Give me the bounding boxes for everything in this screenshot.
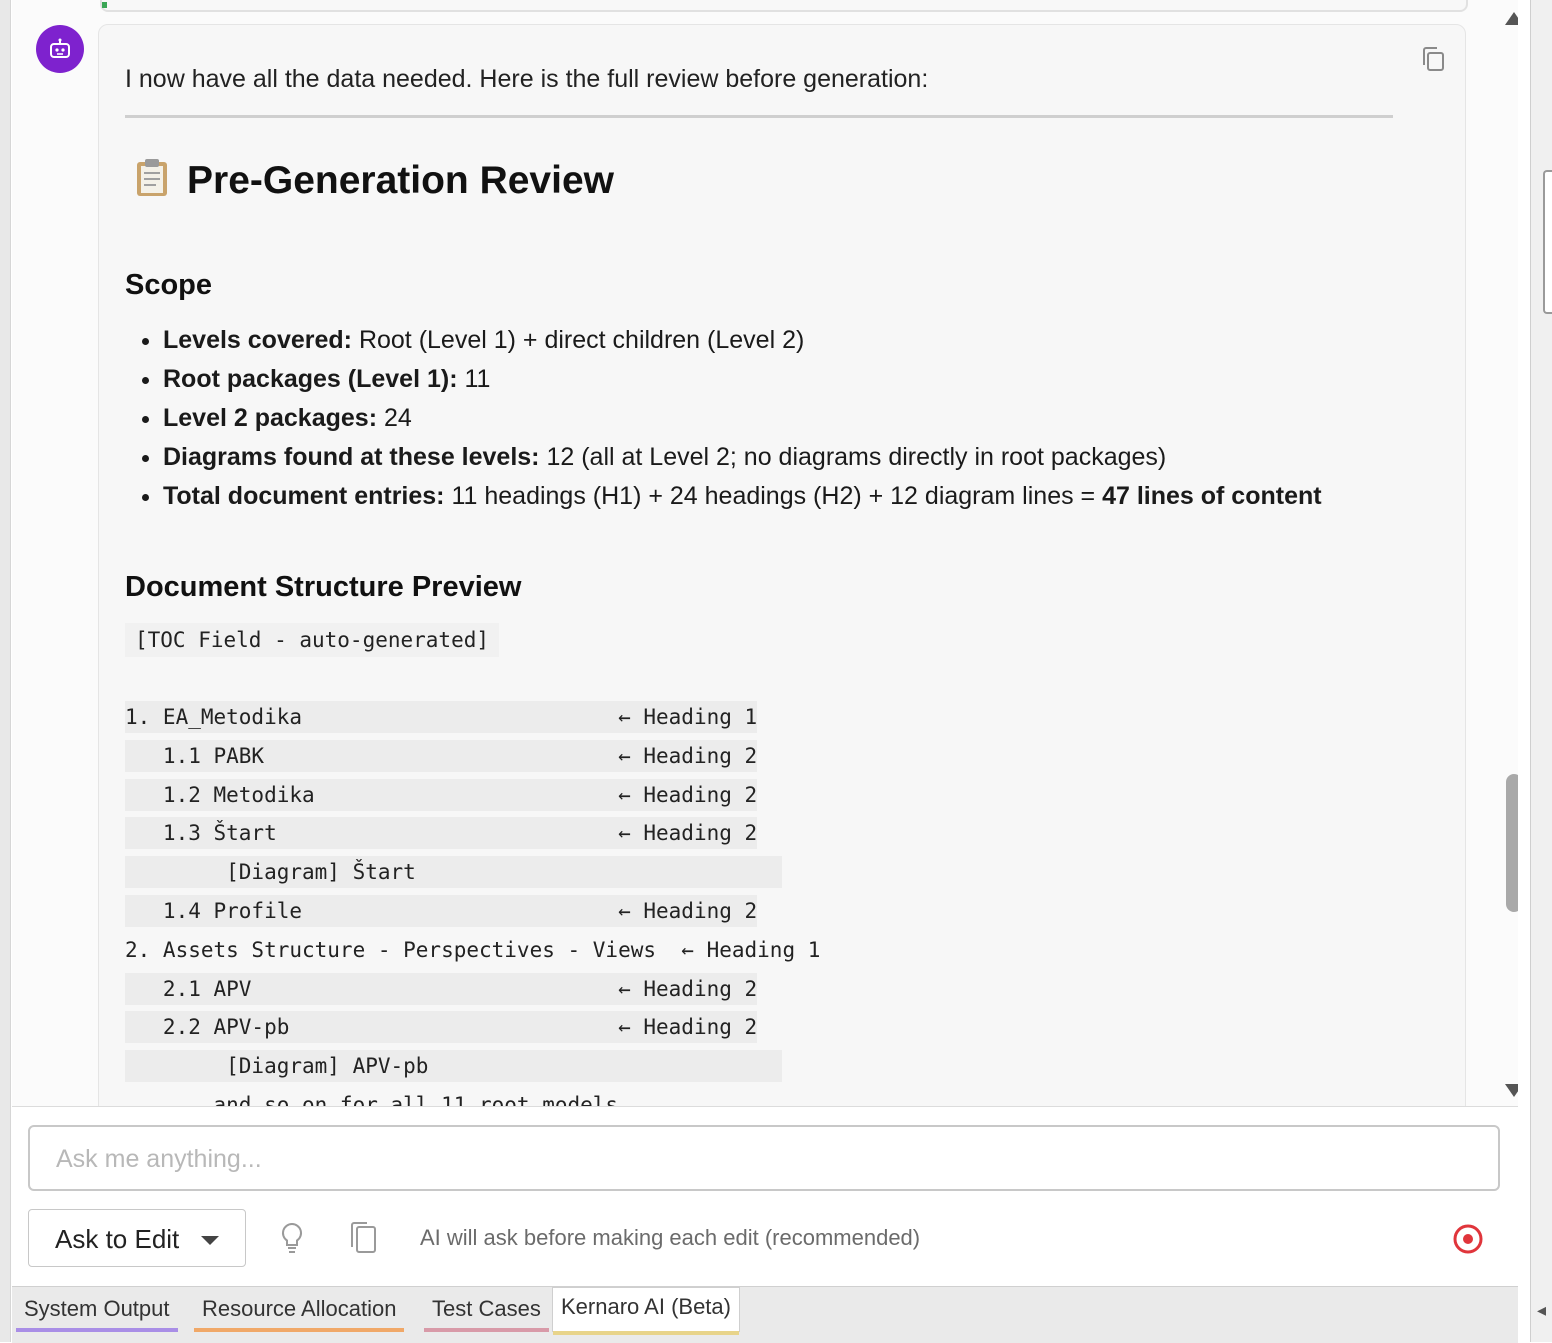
code-line: ... and so on for all 11 root models (125, 1089, 820, 1106)
code-line: 1. EA_Metodika ← Heading 1 (125, 701, 820, 733)
chat-scrollbar[interactable] (1502, 0, 1518, 1106)
review-title: Pre-Generation Review (135, 157, 614, 207)
code-line: 2. Assets Structure - Perspectives - Vie… (125, 934, 820, 966)
code-line-text: 1.4 Profile ← Heading 2 (125, 894, 758, 927)
message-intro: I now have all the data needed. Here is … (125, 65, 929, 93)
tab-underline (16, 1328, 178, 1332)
chevron-down-icon (201, 1236, 219, 1245)
code-line: 1.3 Štart ← Heading 2 (125, 817, 820, 850)
copy-icon[interactable] (1417, 43, 1449, 75)
bottom-tab-bar: System Output Resource Allocation Test C… (12, 1286, 1518, 1343)
clipboard-icon[interactable] (348, 1221, 378, 1260)
tab-resource-allocation[interactable]: Resource Allocation (194, 1291, 405, 1332)
toc-line: [TOC Field - auto-generated] (125, 623, 500, 657)
code-line-text: ... and so on for all 11 root models (125, 1092, 619, 1106)
scope-item-text: 11 headings (H1) + 24 headings (H2) + 12… (444, 482, 1103, 510)
tab-label: Test Cases (432, 1296, 541, 1321)
structure-preview-code: 1. EA_Metodika ← Heading 1 1.1 PABK ← He… (125, 701, 820, 1106)
assistant-message: I now have all the data needed. Here is … (98, 24, 1466, 1106)
scope-item-text: 24 (377, 404, 412, 432)
ask-input-box (28, 1125, 1500, 1191)
mode-dropdown-label: Ask to Edit (55, 1224, 180, 1254)
code-line: 2.2 APV-pb ← Heading 2 (125, 1011, 820, 1044)
ask-input[interactable] (54, 1127, 1458, 1191)
scope-item-label: Root packages (Level 1): (163, 365, 458, 393)
code-line-text: 1.2 Metodika ← Heading 2 (125, 778, 758, 811)
tab-system-output[interactable]: System Output (16, 1291, 178, 1332)
code-line-text: 2. Assets Structure - Perspectives - Vie… (125, 937, 821, 962)
chat-transcript: I now have all the data needed. Here is … (12, 0, 1518, 1106)
tab-underline (553, 1331, 739, 1335)
code-line: 1.1 PABK ← Heading 2 (125, 739, 820, 772)
tab-kernaro-ai[interactable]: Kernaro AI (Beta) (552, 1287, 740, 1335)
scope-item: Level 2 packages: 24 (163, 399, 1322, 438)
code-line: [Diagram] APV-pb (125, 1050, 820, 1083)
tab-label: Kernaro AI (Beta) (561, 1294, 731, 1319)
scope-list: Levels covered: Root (Level 1) + direct … (125, 321, 1322, 516)
lightbulb-icon[interactable] (278, 1221, 306, 1260)
code-line: 1.4 Profile ← Heading 2 (125, 894, 820, 927)
tab-test-cases[interactable]: Test Cases (424, 1291, 549, 1332)
code-line: 2.1 APV ← Heading 2 (125, 972, 820, 1005)
scroll-down-icon[interactable] (1505, 1084, 1518, 1097)
chevron-left-icon[interactable]: ◂ (1537, 1300, 1546, 1321)
composer: Ask to Edit AI will ask before making ea… (12, 1106, 1518, 1287)
mode-dropdown[interactable]: Ask to Edit (28, 1209, 246, 1267)
app-window: ◂ I now have all the data needed. Here i… (0, 0, 1552, 1343)
scope-heading: Scope (125, 269, 213, 301)
code-line: 1.2 Metodika ← Heading 2 (125, 778, 820, 811)
code-line-text: [Diagram] Štart (125, 856, 783, 889)
scope-item: Levels covered: Root (Level 1) + direct … (163, 321, 1322, 360)
code-line: [Diagram] Štart (125, 856, 820, 889)
divider (125, 115, 1393, 118)
clipboard-icon (135, 157, 169, 207)
robot-icon (36, 25, 84, 73)
code-line-text: [Diagram] APV-pb (125, 1050, 783, 1083)
tab-underline (424, 1328, 549, 1332)
scope-item: Root packages (Level 1): 11 (163, 360, 1322, 399)
scroll-thumb[interactable] (1506, 774, 1518, 912)
scope-item-label: Levels covered: (163, 326, 352, 354)
tab-underline (194, 1328, 405, 1332)
scope-item-text: Root (Level 1) + direct children (Level … (352, 326, 805, 354)
scope-item: Diagrams found at these levels: 12 (all … (163, 438, 1322, 477)
code-line-text: 1.1 PABK ← Heading 2 (125, 739, 758, 772)
right-panel-edge: ◂ (1530, 0, 1552, 1342)
stop-icon[interactable] (1452, 1223, 1484, 1260)
scope-item-text: 12 (all at Level 2; no diagrams directly… (539, 443, 1167, 471)
code-line-text: 1. EA_Metodika ← Heading 1 (125, 701, 758, 733)
tab-label: System Output (24, 1296, 170, 1321)
mode-hint: AI will ask before making each edit (rec… (420, 1225, 921, 1250)
scope-item-label: Level 2 packages: (163, 404, 378, 432)
scope-item: Total document entries: 11 headings (H1)… (163, 477, 1322, 516)
structure-heading: Document Structure Preview (125, 571, 522, 603)
scope-item-label: Diagrams found at these levels: (163, 443, 540, 471)
code-line-text: 1.3 Štart ← Heading 2 (125, 817, 758, 850)
code-line-text: 2.2 APV-pb ← Heading 2 (125, 1011, 758, 1044)
scroll-up-icon[interactable] (1505, 12, 1518, 25)
review-title-text: Pre-Generation Review (187, 159, 614, 202)
left-panel-edge (0, 0, 11, 1342)
scope-item-emphasis: 47 lines of content (1102, 482, 1322, 510)
previous-message (100, 0, 1468, 12)
code-line-text: 2.1 APV ← Heading 2 (125, 972, 758, 1005)
tab-label: Resource Allocation (202, 1296, 397, 1321)
scope-item-label: Total document entries: (163, 482, 445, 510)
status-indicator (102, 2, 107, 8)
scope-item-text: 11 (457, 365, 491, 393)
side-panel-fragment (1543, 170, 1552, 314)
